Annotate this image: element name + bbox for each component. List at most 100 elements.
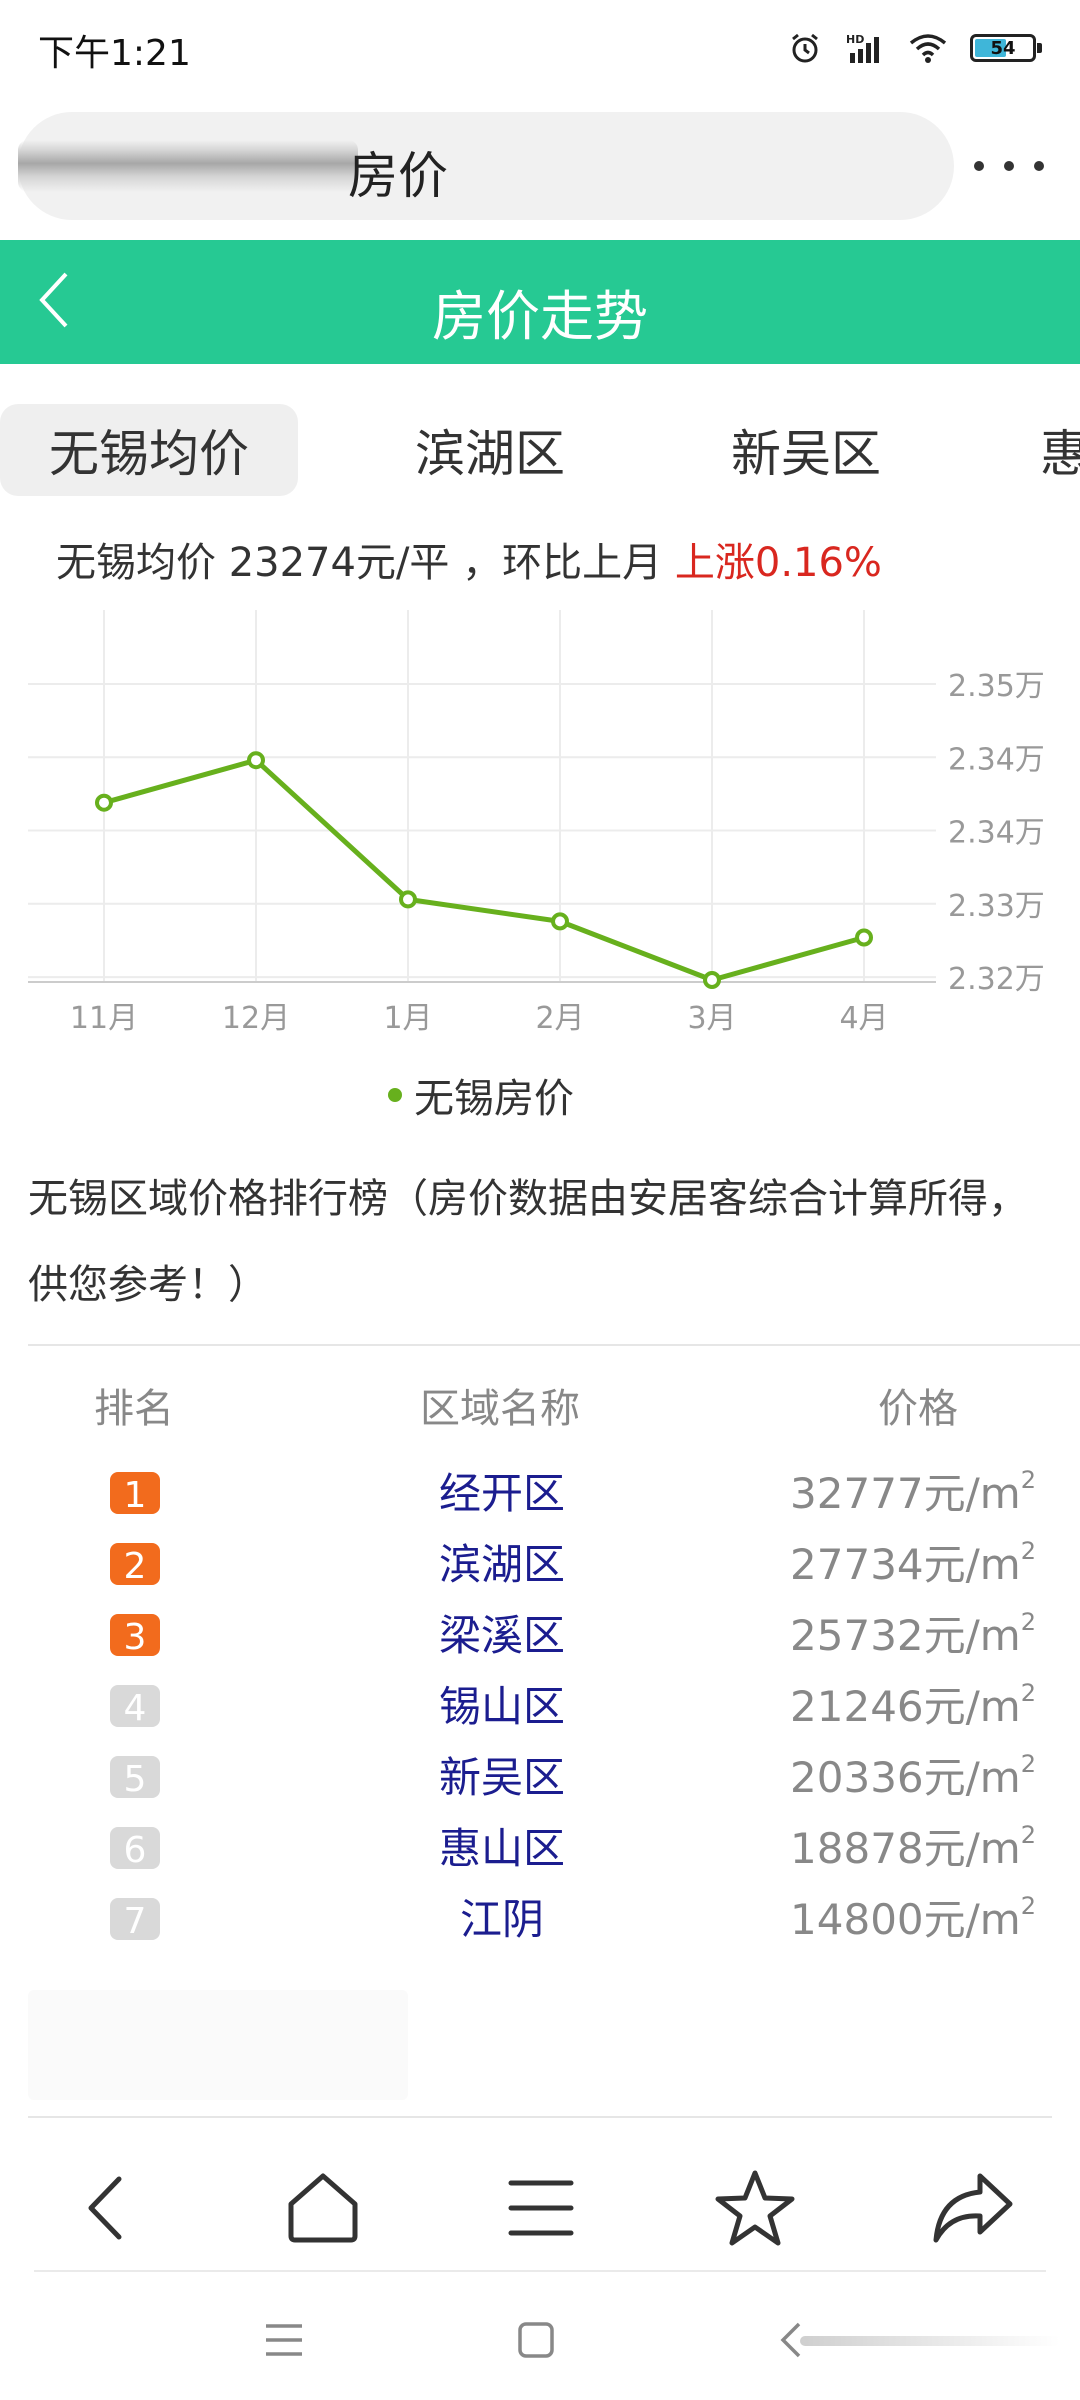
x-tick-label: 4月 bbox=[839, 1001, 888, 1036]
price-value: 32777 bbox=[790, 1469, 924, 1518]
district-price: 14800元/m2 bbox=[790, 1886, 1036, 1947]
data-point bbox=[551, 912, 569, 931]
wifi-icon bbox=[909, 34, 947, 63]
legend-dot bbox=[388, 1088, 402, 1102]
district-price: 21246元/m2 bbox=[790, 1673, 1036, 1734]
district-price: 18878元/m2 bbox=[790, 1815, 1036, 1876]
table-row[interactable]: 6 惠山区 18878元/m2 bbox=[0, 1807, 1080, 1878]
header-rank: 排名 bbox=[94, 1386, 174, 1432]
table-row[interactable]: 2 滨湖区 27734元/m2 bbox=[0, 1523, 1080, 1594]
price-unit: 元/m bbox=[923, 1540, 1021, 1589]
rank-badge: 2 bbox=[110, 1543, 160, 1585]
status-icons: HD 54 bbox=[788, 28, 1042, 68]
price-summary: 无锡均价 23274元/平 ，环比上月 上涨0.16% bbox=[56, 530, 882, 588]
y-tick-label: 2.34万 bbox=[948, 742, 1045, 777]
hd-signal-icon: HD bbox=[846, 33, 879, 63]
y-tick-label: 2.34万 bbox=[948, 816, 1045, 851]
price-unit-sup: 2 bbox=[1020, 1750, 1036, 1778]
data-point bbox=[399, 890, 417, 909]
price-unit: 元/m bbox=[923, 1469, 1021, 1518]
data-point bbox=[95, 793, 113, 812]
tab-huishan-partial[interactable]: 惠 bbox=[1040, 404, 1080, 496]
tab-xinwu[interactable]: 新吴区 bbox=[686, 404, 926, 496]
price-unit-sup: 2 bbox=[1020, 1679, 1036, 1707]
price-value: 14800 bbox=[790, 1895, 924, 1944]
price-unit: 元/m bbox=[923, 1611, 1021, 1660]
district-link[interactable]: 新吴区 bbox=[402, 1744, 602, 1805]
table-row[interactable]: 4 锡山区 21246元/m2 bbox=[0, 1665, 1080, 1736]
tab-binhu[interactable]: 滨湖区 bbox=[370, 404, 610, 496]
header-price: 价格 bbox=[878, 1386, 958, 1432]
y-tick-label: 2.33万 bbox=[948, 889, 1045, 924]
district-link[interactable]: 惠山区 bbox=[402, 1815, 602, 1876]
header-district: 区域名称 bbox=[420, 1386, 580, 1432]
table-row[interactable]: 7 江阴 14800元/m2 bbox=[0, 1878, 1080, 1949]
page-title: 房价走势 bbox=[432, 285, 648, 348]
district-link[interactable]: 经开区 bbox=[402, 1460, 602, 1521]
price-unit-sup: 2 bbox=[1020, 1608, 1036, 1636]
address-bar: 房价 bbox=[0, 112, 1080, 224]
divider bbox=[28, 2116, 1052, 2118]
x-tick-label: 1月 bbox=[383, 1001, 432, 1036]
rank-badge: 1 bbox=[110, 1472, 160, 1514]
back-arrow-icon[interactable] bbox=[62, 2166, 152, 2250]
price-value: 27734 bbox=[790, 1540, 924, 1589]
faded-content bbox=[28, 1990, 408, 2100]
x-tick-label: 2月 bbox=[535, 1001, 584, 1036]
system-nav-bar bbox=[0, 2290, 1080, 2400]
data-point bbox=[703, 971, 721, 989]
star-icon[interactable] bbox=[710, 2166, 800, 2250]
browser-toolbar bbox=[0, 2140, 1080, 2270]
battery-level: 54 bbox=[990, 37, 1016, 59]
address-field[interactable]: 房价 bbox=[18, 112, 954, 220]
price-unit: 元/m bbox=[923, 1682, 1021, 1731]
price-value: 20336 bbox=[790, 1753, 924, 1802]
ranking-intro: 无锡区域价格排行榜（房价数据由安居客综合计算所得，供您参考！） bbox=[28, 1176, 1028, 1308]
data-point bbox=[855, 928, 873, 947]
x-tick-label: 12月 bbox=[222, 1001, 290, 1036]
district-link[interactable]: 江阴 bbox=[402, 1886, 602, 1947]
status-time: 下午1:21 bbox=[38, 33, 191, 74]
menu-icon[interactable] bbox=[496, 2166, 586, 2250]
rank-badge: 3 bbox=[110, 1614, 160, 1656]
district-price: 20336元/m2 bbox=[790, 1744, 1036, 1805]
price-value: 21246 bbox=[790, 1682, 924, 1731]
price-trend-chart: 2.32万 2.33万 2.34万 2.34万 2.35万 11月 12月 1月 2月 3月 4月 bbox=[28, 610, 1045, 1036]
recents-icon[interactable] bbox=[254, 2310, 314, 2370]
district-link[interactable]: 滨湖区 bbox=[402, 1531, 602, 1592]
table-row[interactable]: 1 经开区 32777元/m2 bbox=[0, 1452, 1080, 1523]
summary-text: 无锡均价 23274元/平 ，环比上月 bbox=[56, 540, 675, 586]
address-text: 房价 bbox=[348, 147, 448, 205]
tab-wuxi-average[interactable]: 无锡均价 bbox=[0, 404, 298, 496]
price-unit: 元/m bbox=[923, 1895, 1021, 1944]
rank-badge: 7 bbox=[110, 1898, 160, 1940]
price-unit-sup: 2 bbox=[1020, 1821, 1036, 1849]
share-icon[interactable] bbox=[928, 2166, 1018, 2250]
rank-badge: 4 bbox=[110, 1685, 160, 1727]
more-dots-icon[interactable] bbox=[974, 148, 1044, 184]
summary-change: 上涨0.16% bbox=[674, 540, 882, 586]
divider bbox=[34, 2270, 1046, 2272]
rank-badge: 5 bbox=[110, 1756, 160, 1798]
page-header: 房价走势 bbox=[0, 240, 1080, 364]
table-row[interactable]: 5 新吴区 20336元/m2 bbox=[0, 1736, 1080, 1807]
x-tick-label: 3月 bbox=[687, 1001, 736, 1036]
district-tabs: 无锡均价 滨湖区 新吴区 惠 bbox=[0, 404, 1080, 496]
home-icon[interactable] bbox=[278, 2166, 368, 2250]
price-unit-sup: 2 bbox=[1020, 1892, 1036, 1920]
chart-legend: 无锡房价 bbox=[388, 1066, 574, 1124]
home-square-icon[interactable] bbox=[506, 2310, 566, 2370]
price-value: 18878 bbox=[790, 1824, 924, 1873]
y-tick-label: 2.32万 bbox=[948, 962, 1045, 997]
battery-icon: 54 bbox=[970, 34, 1042, 62]
legend-label: 无锡房价 bbox=[414, 1076, 574, 1122]
alarm-icon bbox=[792, 33, 818, 63]
district-price: 27734元/m2 bbox=[790, 1531, 1036, 1592]
district-link[interactable]: 锡山区 bbox=[402, 1673, 602, 1734]
gesture-hint bbox=[800, 2336, 1060, 2346]
district-link[interactable]: 梁溪区 bbox=[402, 1602, 602, 1663]
price-unit-sup: 2 bbox=[1020, 1466, 1036, 1494]
address-blurred-text bbox=[18, 140, 358, 192]
district-price: 25732元/m2 bbox=[790, 1602, 1036, 1663]
table-row[interactable]: 3 梁溪区 25732元/m2 bbox=[0, 1594, 1080, 1665]
